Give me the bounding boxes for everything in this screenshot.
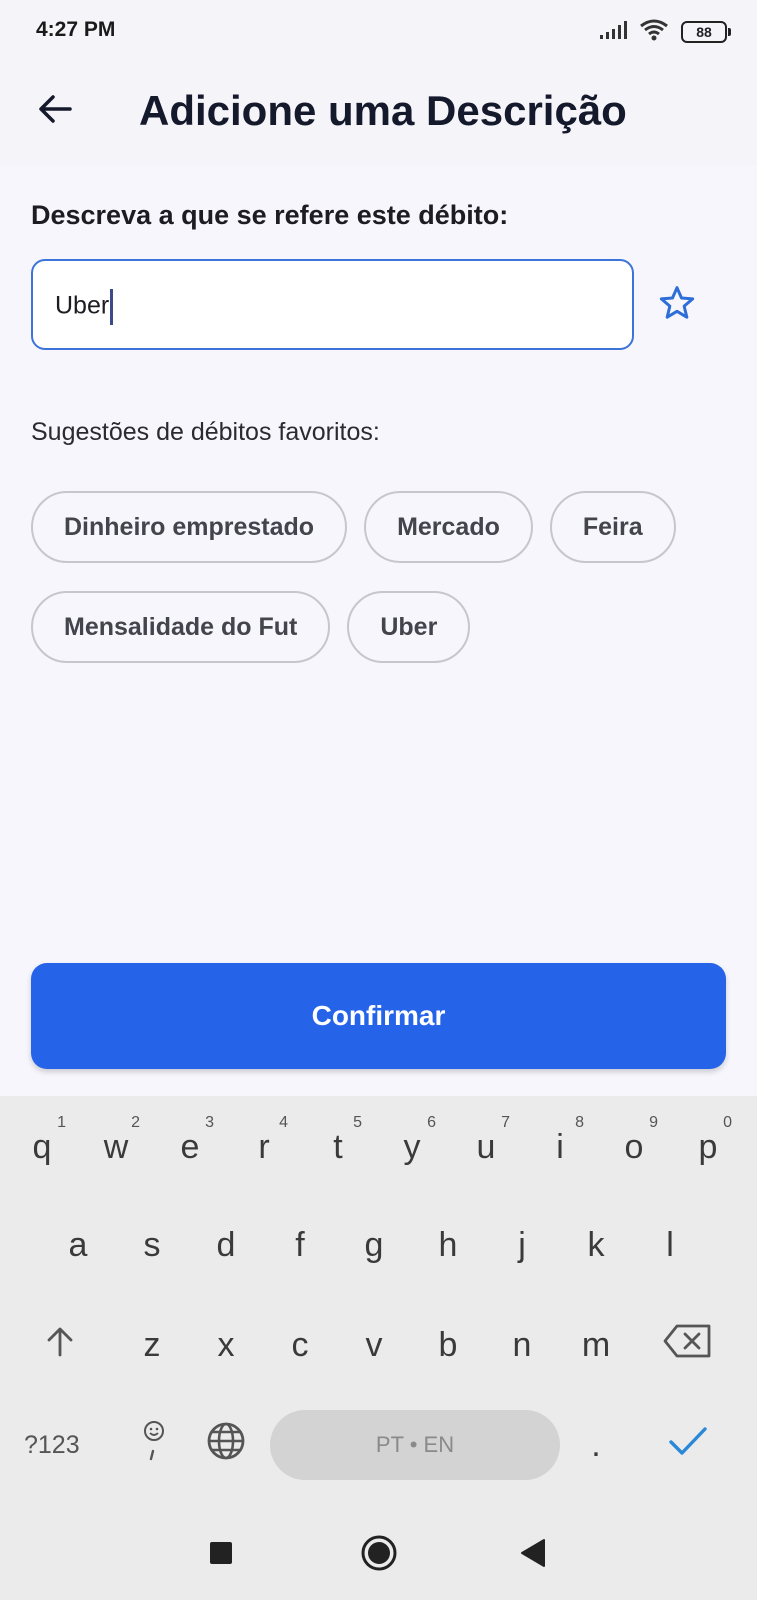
status-bar: 4:27 PM 88 xyxy=(0,0,757,62)
period-key[interactable]: . xyxy=(566,1410,626,1480)
emoji-icon xyxy=(139,1419,169,1472)
suggestion-chip[interactable]: Mercado xyxy=(364,491,533,563)
emoji-key[interactable] xyxy=(124,1410,184,1480)
key-d[interactable]: d xyxy=(196,1210,256,1280)
home-button[interactable] xyxy=(354,1530,404,1580)
key-k[interactable]: k xyxy=(566,1210,626,1280)
key-label: o xyxy=(624,1127,644,1166)
key-o[interactable]: o9 xyxy=(604,1112,664,1182)
key-label: t xyxy=(333,1127,343,1166)
square-icon xyxy=(208,1540,234,1571)
chip-row: Dinheiro emprestado Mercado Feira xyxy=(31,491,721,563)
key-j[interactable]: j xyxy=(492,1210,552,1280)
key-hint: 8 xyxy=(575,1114,584,1131)
key-label: y xyxy=(403,1127,421,1166)
key-label: e xyxy=(180,1127,200,1166)
key-hint: 1 xyxy=(57,1114,66,1131)
key-c[interactable]: c xyxy=(270,1310,330,1380)
space-key[interactable]: PT • EN xyxy=(270,1410,560,1480)
key-b[interactable]: b xyxy=(418,1310,478,1380)
backspace-key[interactable] xyxy=(658,1310,718,1380)
chip-row: Mensalidade do Fut Uber xyxy=(31,591,721,663)
key-w[interactable]: w2 xyxy=(86,1112,146,1182)
suggestions-label: Sugestões de débitos favoritos: xyxy=(31,418,380,446)
status-icons: 88 xyxy=(599,18,731,47)
key-hint: 4 xyxy=(279,1114,288,1131)
language-key[interactable] xyxy=(196,1410,256,1480)
star-icon xyxy=(657,286,697,327)
key-label: w xyxy=(103,1127,129,1166)
main-content: Descreva a que se refere este débito: Ub… xyxy=(0,166,757,1096)
back-button[interactable] xyxy=(30,86,80,136)
key-hint: 0 xyxy=(723,1114,732,1131)
key-label: q xyxy=(32,1127,52,1166)
key-hint: 3 xyxy=(205,1114,214,1131)
arrow-left-icon xyxy=(38,94,72,129)
backspace-icon xyxy=(663,1323,713,1368)
status-time: 4:27 PM xyxy=(36,18,116,41)
key-p[interactable]: p0 xyxy=(678,1112,738,1182)
app-bar: Adicione uma Descrição xyxy=(0,62,757,166)
key-t[interactable]: t5 xyxy=(308,1112,368,1182)
triangle-back-icon xyxy=(519,1538,547,1573)
signal-icon xyxy=(599,20,627,45)
key-a[interactable]: a xyxy=(48,1210,108,1280)
battery-icon: 88 xyxy=(681,21,731,43)
key-l[interactable]: l xyxy=(640,1210,700,1280)
confirm-button[interactable]: Confirmar xyxy=(31,963,726,1069)
description-label: Descreva a que se refere este débito: xyxy=(31,200,509,230)
key-y[interactable]: y6 xyxy=(382,1112,442,1182)
keyboard: q1 w2 e3 r4 t5 y6 u7 i8 o9 p0 a s d f g … xyxy=(0,1096,757,1508)
navigation-bar xyxy=(0,1508,757,1600)
suggestion-chips: Dinheiro emprestado Mercado Feira Mensal… xyxy=(31,491,721,691)
key-hint: 2 xyxy=(131,1114,140,1131)
shift-icon xyxy=(45,1325,75,1366)
key-x[interactable]: x xyxy=(196,1310,256,1380)
key-hint: 5 xyxy=(353,1114,362,1131)
key-h[interactable]: h xyxy=(418,1210,478,1280)
description-input[interactable]: Uber xyxy=(31,259,634,350)
page-title: Adicione uma Descrição xyxy=(139,87,627,134)
key-label: u xyxy=(476,1127,496,1166)
key-label: r xyxy=(258,1127,270,1166)
symbols-key[interactable]: ?123 xyxy=(24,1412,80,1478)
favorite-button[interactable] xyxy=(657,283,701,327)
shift-key[interactable] xyxy=(30,1310,90,1380)
suggestion-chip[interactable]: Feira xyxy=(549,491,676,563)
suggestion-chip[interactable]: Mensalidade do Fut xyxy=(31,591,331,663)
key-n[interactable]: n xyxy=(492,1310,552,1380)
home-circle-icon xyxy=(359,1533,399,1578)
key-z[interactable]: z xyxy=(122,1310,182,1380)
checkmark-icon xyxy=(668,1426,708,1465)
key-label: i xyxy=(556,1127,564,1166)
enter-key[interactable] xyxy=(658,1410,718,1480)
key-u[interactable]: u7 xyxy=(456,1112,516,1182)
globe-icon xyxy=(206,1421,246,1470)
wifi-icon xyxy=(639,18,669,47)
key-label: p xyxy=(698,1127,718,1166)
back-nav-button[interactable] xyxy=(508,1530,558,1580)
key-r[interactable]: r4 xyxy=(234,1112,294,1182)
key-m[interactable]: m xyxy=(566,1310,626,1380)
recents-button[interactable] xyxy=(196,1530,246,1580)
suggestion-chip[interactable]: Dinheiro emprestado xyxy=(31,491,348,563)
key-s[interactable]: s xyxy=(122,1210,182,1280)
key-hint: 6 xyxy=(427,1114,436,1131)
key-hint: 7 xyxy=(501,1114,510,1131)
key-g[interactable]: g xyxy=(344,1210,404,1280)
key-f[interactable]: f xyxy=(270,1210,330,1280)
key-hint: 9 xyxy=(649,1114,658,1131)
description-input-value: Uber xyxy=(55,291,110,320)
key-i[interactable]: i8 xyxy=(530,1112,590,1182)
key-e[interactable]: e3 xyxy=(160,1112,220,1182)
text-cursor xyxy=(110,289,114,325)
suggestion-chip[interactable]: Uber xyxy=(347,591,471,663)
key-v[interactable]: v xyxy=(344,1310,404,1380)
key-q[interactable]: q1 xyxy=(12,1112,72,1182)
